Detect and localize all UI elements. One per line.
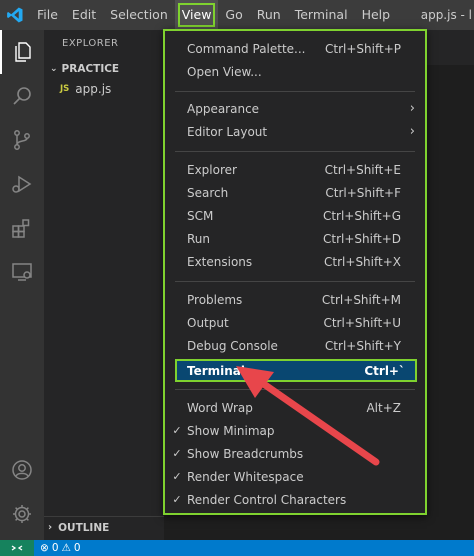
js-file-icon: JS [60,84,70,94]
menu-item-label: Render Whitespace [187,469,304,484]
menu-item-render-whitespace[interactable]: ✓ Render Whitespace [165,465,425,488]
menu-item-shortcut: Alt+Z [366,400,401,415]
menu-terminal[interactable]: Terminal [288,0,355,30]
menu-item-show-minimap[interactable]: ✓ Show Minimap [165,419,425,442]
menu-file[interactable]: File [30,0,65,30]
menu-item-label: Command Palette... [187,41,306,56]
run-debug-icon[interactable] [0,162,44,206]
menu-item-command-palette[interactable]: Command Palette... Ctrl+Shift+P [165,37,425,60]
menu-item-label: Extensions [187,254,253,269]
menu-item-editor-layout[interactable]: Editor Layout › [165,120,425,143]
remote-explorer-icon[interactable] [0,250,44,294]
activity-bar [0,30,44,540]
menu-bar: File Edit Selection View Go Run Terminal… [30,0,397,30]
error-icon: ⊗ [40,542,49,554]
folder-section-header[interactable]: ⌄ PRACTICE [50,63,119,75]
check-icon: ✓ [172,493,182,506]
menu-separator [175,91,415,92]
menu-item-run[interactable]: Run Ctrl+Shift+D [165,227,425,250]
menu-item-shortcut: Ctrl+Shift+D [323,231,401,246]
warning-icon: ⚠ [61,542,71,554]
menu-item-search[interactable]: Search Ctrl+Shift+F [165,181,425,204]
menu-item-shortcut: Ctrl+Shift+G [322,208,401,223]
chevron-right-icon: › [48,522,53,533]
file-name: app.js [75,82,112,96]
menu-item-shortcut: Ctrl+Shift+X [324,254,401,269]
menu-help[interactable]: Help [355,0,398,30]
menu-item-scm[interactable]: SCM Ctrl+Shift+G [165,204,425,227]
menu-item-label: Show Breadcrumbs [187,446,304,461]
menu-item-label: Explorer [187,162,237,177]
manage-gear-icon[interactable] [0,492,44,536]
menu-item-shortcut: Ctrl+Shift+U [323,315,401,330]
menu-item-render-control-characters[interactable]: ✓ Render Control Characters [165,488,425,511]
remote-indicator-icon[interactable] [0,540,34,556]
explorer-icon[interactable] [0,30,44,74]
sidebar-title: EXPLORER [62,38,119,49]
menu-item-label: Problems [187,292,243,307]
menu-item-debug-console[interactable]: Debug Console Ctrl+Shift+Y [165,334,425,357]
menu-item-appearance[interactable]: Appearance › [165,97,425,120]
menu-edit[interactable]: Edit [65,0,103,30]
check-icon: ✓ [172,447,182,460]
menu-selection[interactable]: Selection [103,0,175,30]
menu-item-shortcut: Ctrl+Shift+P [325,41,401,56]
error-count: 0 [51,542,59,554]
menu-item-label: Search [187,185,229,200]
view-menu-dropdown: Command Palette... Ctrl+Shift+P Open Vie… [163,29,427,515]
menu-item-open-view[interactable]: Open View... [165,60,425,83]
menu-item-label: Open View... [187,64,262,79]
folder-name: PRACTICE [61,63,120,75]
menu-separator [175,389,415,390]
menu-item-label: Render Control Characters [187,492,347,507]
menu-item-label: Word Wrap [187,400,253,415]
menu-separator [175,281,415,282]
window-title: app.js - l [420,8,472,22]
explorer-sidebar: EXPLORER ⌄ PRACTICE JS app.js › OUTLINE [44,30,164,540]
menu-item-shortcut: Ctrl+Shift+M [321,292,401,307]
menu-item-label: SCM [187,208,214,223]
menu-item-label: Terminal [187,363,246,378]
menu-item-label: Run [187,231,211,246]
menu-run[interactable]: Run [250,0,288,30]
menu-separator [175,151,415,152]
vscode-logo-icon [0,0,30,30]
problems-status[interactable]: ⊗ 0 ⚠ 0 [34,542,81,554]
menu-view[interactable]: View [174,0,219,30]
menu-item-output[interactable]: Output Ctrl+Shift+U [165,311,425,334]
search-icon[interactable] [0,74,44,118]
chevron-down-icon: ⌄ [50,64,58,74]
outline-label: OUTLINE [58,521,110,534]
warning-count: 0 [73,542,81,554]
outline-section-header[interactable]: › OUTLINE [44,516,164,538]
chevron-right-icon: › [409,101,415,116]
menu-item-shortcut: Ctrl+` [364,363,405,378]
file-item[interactable]: JS app.js [60,82,111,96]
menu-go[interactable]: Go [218,0,249,30]
check-icon: ✓ [172,424,182,437]
menu-item-word-wrap[interactable]: Word Wrap Alt+Z [165,396,425,419]
source-control-icon[interactable] [0,118,44,162]
menu-item-shortcut: Ctrl+Shift+F [325,185,401,200]
extensions-icon[interactable] [0,206,44,250]
menu-item-explorer[interactable]: Explorer Ctrl+Shift+E [165,158,425,181]
menu-item-terminal[interactable]: Terminal Ctrl+` [175,359,417,382]
menu-item-label: Show Minimap [187,423,275,438]
account-icon[interactable] [0,448,44,492]
check-icon: ✓ [172,470,182,483]
menu-item-label: Appearance [187,101,260,116]
menu-item-problems[interactable]: Problems Ctrl+Shift+M [165,288,425,311]
menu-item-shortcut: Ctrl+Shift+Y [324,338,401,353]
title-bar: File Edit Selection View Go Run Terminal… [0,0,474,30]
menu-item-label: Debug Console [187,338,278,353]
menu-item-show-breadcrumbs[interactable]: ✓ Show Breadcrumbs [165,442,425,465]
menu-item-label: Editor Layout [187,124,268,139]
menu-item-label: Output [187,315,229,330]
menu-item-extensions[interactable]: Extensions Ctrl+Shift+X [165,250,425,273]
menu-item-shortcut: Ctrl+Shift+E [324,162,401,177]
status-bar: ⊗ 0 ⚠ 0 [0,540,474,556]
chevron-right-icon: › [409,124,415,139]
